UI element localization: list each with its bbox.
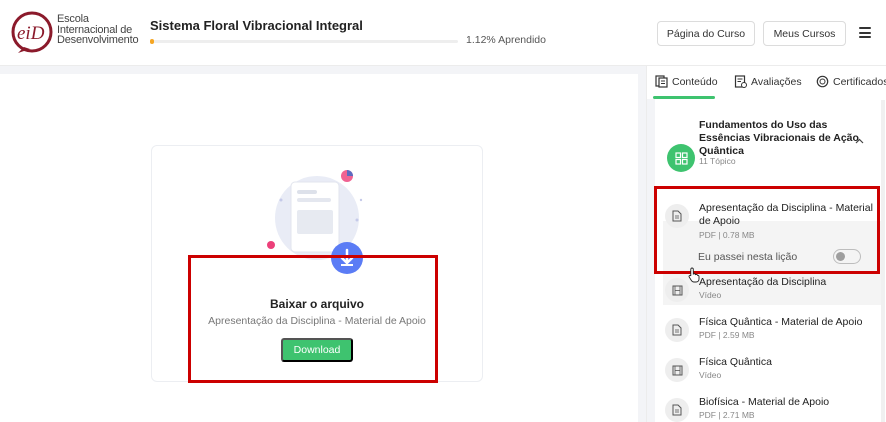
video-icon xyxy=(665,358,689,382)
document-icon xyxy=(665,398,689,422)
tab-conteudo[interactable]: Conteúdo xyxy=(655,75,718,88)
lesson-meta: PDF | 2.71 MB xyxy=(699,410,755,420)
menu-line xyxy=(859,36,871,38)
video-icon xyxy=(665,278,689,302)
course-page-button[interactable]: Página do Curso xyxy=(657,21,755,46)
progress-bar xyxy=(150,39,458,44)
logo-line-1: Escola xyxy=(57,13,89,25)
tab-avaliacoes-label: Avaliações xyxy=(751,75,802,88)
lesson-title: Biofísica - Material de Apoio xyxy=(699,396,830,408)
tab-conteudo-label: Conteúdo xyxy=(672,75,718,88)
course-title: Sistema Floral Vibracional Integral xyxy=(150,18,363,33)
sidebar-tabs: Conteúdo Avaliações Certificados xyxy=(647,66,886,99)
top-header: eiD Escola Internacional de Desenvolvime… xyxy=(0,0,886,66)
lesson-title: Física Quântica xyxy=(699,356,772,368)
lesson-meta: Vídeo xyxy=(699,290,722,300)
lesson-meta: Vídeo xyxy=(699,370,722,380)
lesson-title: Apresentação da Disciplina xyxy=(699,276,827,288)
section-title: Fundamentos do Uso das Essências Vibraci… xyxy=(699,119,859,157)
menu-line xyxy=(859,31,871,34)
progress-fill xyxy=(150,39,154,44)
tab-certificados-label: Certificados xyxy=(833,75,886,88)
menu-icon[interactable] xyxy=(859,27,871,38)
lesson-title: Física Quântica - Material de Apoio xyxy=(699,316,863,328)
progress-label: 1.12% Aprendido xyxy=(466,34,546,46)
lesson-meta: PDF | 2.59 MB xyxy=(699,330,755,340)
highlight-box-download xyxy=(188,255,438,383)
my-courses-button[interactable]: Meus Cursos xyxy=(763,21,846,46)
logo-text: Escola Internacional de Desenvolvimento xyxy=(57,13,139,46)
logo-mark-icon: eiD xyxy=(11,11,53,53)
quiz-icon xyxy=(734,75,747,88)
logo-line-3: Desenvolvimento xyxy=(57,34,139,46)
highlight-box-lesson xyxy=(654,186,880,274)
section-grid-icon xyxy=(667,144,695,172)
chevron-up-icon[interactable] xyxy=(855,138,864,144)
sidebar-scrollbar[interactable] xyxy=(881,100,885,422)
logo-mark-text: eiD xyxy=(17,23,45,44)
certificate-icon xyxy=(816,75,829,88)
section-topic-count: 11 Tópico xyxy=(699,156,736,166)
tab-avaliacoes[interactable]: Avaliações xyxy=(734,75,802,88)
tab-certificados[interactable]: Certificados xyxy=(816,75,886,88)
menu-line xyxy=(859,27,871,29)
document-icon xyxy=(665,318,689,342)
hand-cursor-icon xyxy=(688,267,700,283)
toc-icon xyxy=(655,75,668,88)
